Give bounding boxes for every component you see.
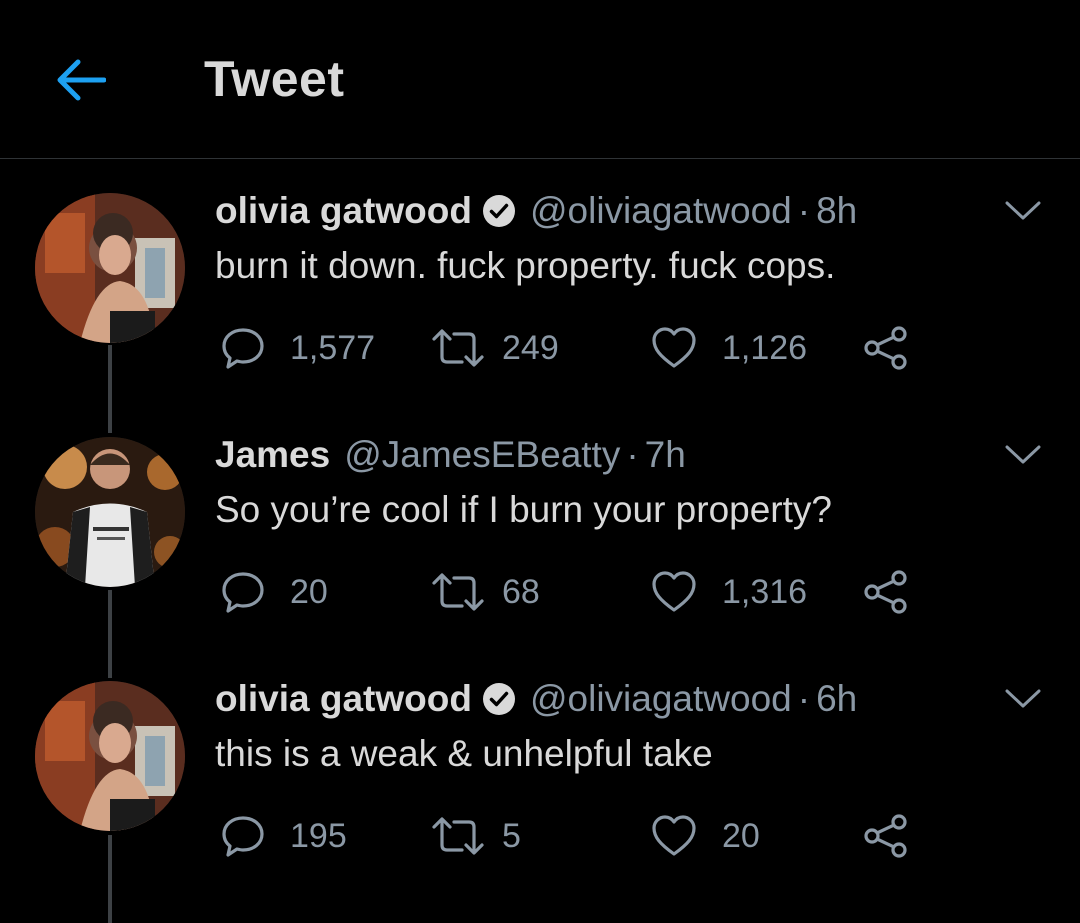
avatar[interactable] — [35, 193, 185, 343]
page-title: Tweet — [204, 51, 345, 107]
thread-connector-line — [108, 590, 112, 678]
share-icon — [864, 326, 907, 370]
retweet-icon — [432, 573, 484, 611]
heart-icon — [652, 571, 696, 612]
retweet-count: 5 — [502, 816, 521, 855]
arrow-left-icon — [57, 59, 106, 101]
chevron-down-icon — [1005, 201, 1041, 220]
tweet-header: olivia gatwood @oliviagatwood · 6h — [215, 678, 857, 720]
retweet-count: 249 — [502, 328, 559, 367]
share-button[interactable] — [862, 812, 910, 860]
like-count: 1,316 — [722, 572, 808, 611]
share-button[interactable] — [862, 324, 910, 372]
share-icon — [864, 570, 907, 614]
reply-count: 195 — [290, 816, 347, 855]
verified-badge-icon — [482, 683, 515, 715]
verified-badge-icon — [482, 195, 515, 227]
tweet-menu-button[interactable] — [1002, 440, 1044, 470]
reply-count: 20 — [290, 572, 328, 611]
tweet-menu-button[interactable] — [1002, 196, 1044, 226]
reply-button[interactable]: 1,577 — [220, 324, 375, 372]
user-handle[interactable]: @oliviagatwood — [530, 678, 792, 720]
chevron-down-icon — [1005, 445, 1041, 464]
back-button[interactable] — [50, 52, 110, 108]
retweet-count: 68 — [502, 572, 540, 611]
display-name[interactable]: James — [215, 434, 330, 476]
share-icon — [864, 814, 907, 858]
tweet-text: So you’re cool if I burn your property? — [215, 489, 832, 530]
like-button[interactable]: 1,126 — [650, 324, 807, 372]
separator-dot: · — [797, 678, 811, 719]
top-bar: Tweet — [0, 0, 1080, 159]
retweet-button[interactable]: 68 — [430, 568, 540, 616]
heart-icon — [652, 815, 696, 856]
user-handle[interactable]: @JamesEBeatty — [344, 434, 620, 476]
thread-connector-line — [108, 345, 112, 433]
heart-icon — [652, 327, 696, 368]
like-button[interactable]: 20 — [650, 812, 760, 860]
like-button[interactable]: 1,316 — [650, 568, 807, 616]
reply-icon — [222, 572, 264, 613]
reply-icon — [222, 328, 264, 369]
reply-button[interactable]: 195 — [220, 812, 347, 860]
chevron-down-icon — [1005, 689, 1041, 708]
display-name[interactable]: olivia gatwood — [215, 678, 472, 720]
tweet-menu-button[interactable] — [1002, 684, 1044, 714]
avatar[interactable] — [35, 681, 185, 831]
reply-button[interactable]: 20 — [220, 568, 328, 616]
reply-icon — [222, 816, 264, 857]
timestamp[interactable]: 8h — [816, 190, 857, 232]
tweet-text: this is a weak & unhelpful take — [215, 733, 713, 774]
separator-dot: · — [626, 434, 639, 475]
timestamp[interactable]: 7h — [645, 434, 686, 476]
retweet-button[interactable]: 249 — [430, 324, 559, 372]
tweet-header: James @JamesEBeatty · 7h — [215, 434, 686, 476]
display-name[interactable]: olivia gatwood — [215, 190, 472, 232]
tweet-header: olivia gatwood @oliviagatwood · 8h — [215, 190, 857, 232]
like-count: 1,126 — [722, 328, 808, 367]
user-handle[interactable]: @oliviagatwood — [530, 190, 792, 232]
share-button[interactable] — [862, 568, 910, 616]
retweet-icon — [432, 817, 484, 855]
reply-count: 1,577 — [290, 328, 376, 367]
avatar[interactable] — [35, 437, 185, 587]
thread-connector-line — [108, 835, 112, 923]
timestamp[interactable]: 6h — [816, 678, 857, 720]
separator-dot: · — [797, 190, 811, 231]
tweet-text: burn it down. fuck property. fuck cops. — [215, 245, 836, 286]
retweet-icon — [432, 329, 484, 367]
retweet-button[interactable]: 5 — [430, 812, 521, 860]
like-count: 20 — [722, 816, 760, 855]
